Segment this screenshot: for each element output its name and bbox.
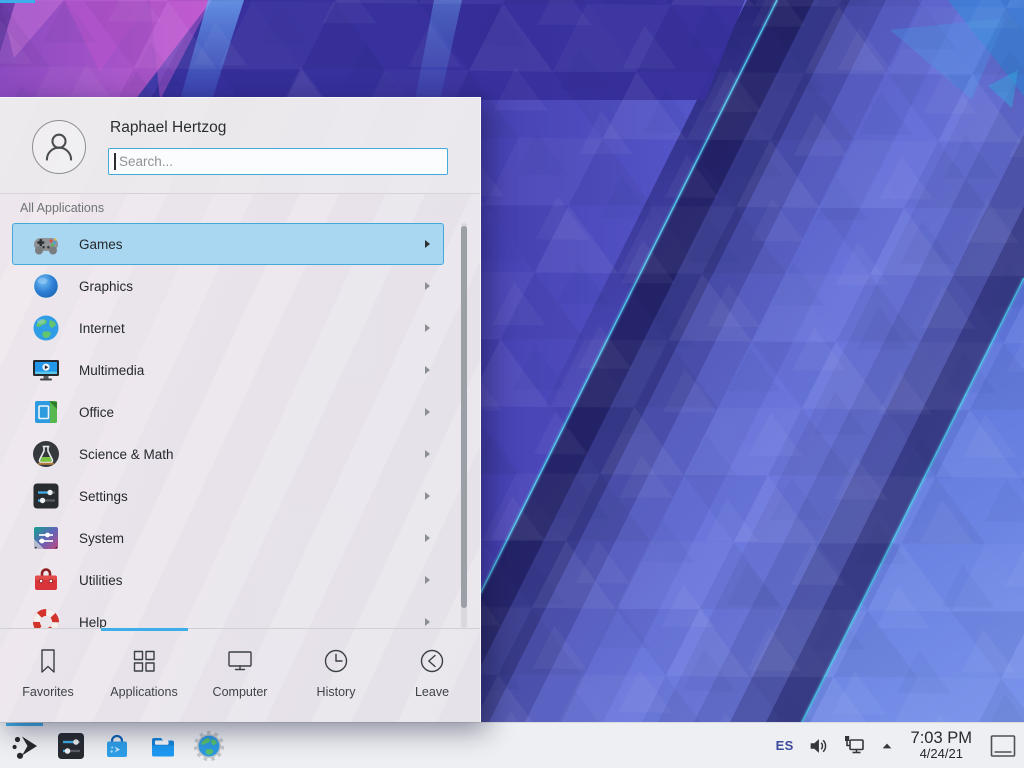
show-desktop-icon [988, 731, 1018, 761]
app-grid-icon [129, 646, 159, 676]
category-item-internet[interactable]: Internet [12, 307, 444, 349]
text-caret [114, 153, 116, 170]
kde-plasma-icon [9, 730, 41, 762]
active-task-indicator [0, 0, 35, 3]
show-desktop-button[interactable] [988, 731, 1018, 761]
category-label: Internet [79, 321, 125, 336]
volume-icon[interactable] [807, 735, 829, 757]
active-tab-indicator [101, 628, 188, 631]
category-label: Help [79, 615, 107, 629]
toolbox-icon [30, 564, 62, 596]
expand-tray-icon[interactable] [879, 738, 895, 754]
submenu-arrow-icon [425, 450, 430, 458]
tab-history[interactable]: History [288, 629, 384, 723]
tab-label: Leave [415, 685, 449, 699]
tab-label: Computer [213, 685, 268, 699]
tab-label: Applications [110, 685, 177, 699]
folder-icon [147, 730, 179, 762]
submenu-arrow-icon [425, 618, 430, 626]
submenu-arrow-icon [425, 366, 430, 374]
tab-label: History [317, 685, 356, 699]
system-tray: ES 7:03 PM 4/24/21 [776, 730, 1018, 762]
category-item-science-math[interactable]: Science & Math [12, 433, 444, 475]
kickoff-launcher-button[interactable] [8, 729, 41, 762]
section-label: All Applications [20, 201, 104, 215]
category-item-office[interactable]: Office [12, 391, 444, 433]
file-manager-button[interactable] [146, 729, 179, 762]
submenu-arrow-icon [425, 534, 430, 542]
scrollbar[interactable] [461, 223, 467, 628]
category-list: Games Graphics [12, 223, 444, 628]
submenu-arrow-icon [425, 240, 430, 248]
category-item-utilities[interactable]: Utilities [12, 559, 444, 601]
system-settings-button[interactable] [54, 729, 87, 762]
bookmark-icon [33, 646, 63, 676]
discover-bag-icon [101, 730, 133, 762]
launcher-tab-bar: Favorites Applications Computer [0, 628, 480, 723]
search-input[interactable] [108, 148, 448, 175]
submenu-arrow-icon [425, 492, 430, 500]
desktop: Raphael Hertzog All Applications [0, 0, 1024, 768]
web-browser-button[interactable] [192, 729, 225, 762]
tab-label: Favorites [22, 685, 73, 699]
globe-icon [30, 312, 62, 344]
user-name: Raphael Hertzog [110, 119, 226, 137]
category-item-games[interactable]: Games [12, 223, 444, 265]
settings-app-icon [55, 730, 87, 762]
category-item-settings[interactable]: Settings [12, 475, 444, 517]
submenu-arrow-icon [425, 408, 430, 416]
clock-time: 7:03 PM [911, 730, 972, 748]
category-label: Multimedia [79, 363, 144, 378]
submenu-arrow-icon [425, 282, 430, 290]
flask-icon [30, 438, 62, 470]
keyboard-layout-indicator[interactable]: ES [776, 738, 794, 753]
leave-icon [417, 646, 447, 676]
tab-computer[interactable]: Computer [192, 629, 288, 723]
history-clock-icon [321, 646, 351, 676]
active-task-indicator [6, 723, 43, 726]
category-label: Utilities [79, 573, 123, 588]
category-item-help[interactable]: Help [12, 601, 444, 628]
gamepad-icon [30, 228, 62, 260]
clock-date: 4/24/21 [920, 747, 963, 761]
sliders-icon [30, 480, 62, 512]
digital-clock[interactable]: 7:03 PM 4/24/21 [911, 730, 972, 762]
category-label: Office [79, 405, 114, 420]
category-item-system[interactable]: System [12, 517, 444, 559]
category-item-multimedia[interactable]: Multimedia [12, 349, 444, 391]
system-sliders-icon [30, 522, 62, 554]
category-item-graphics[interactable]: Graphics [12, 265, 444, 307]
person-icon [38, 126, 80, 168]
launcher-header: Raphael Hertzog [0, 98, 480, 194]
computer-icon [225, 646, 255, 676]
tab-leave[interactable]: Leave [384, 629, 480, 723]
tab-favorites[interactable]: Favorites [0, 629, 96, 723]
monitor-play-icon [30, 354, 62, 386]
network-icon[interactable] [842, 734, 866, 758]
submenu-arrow-icon [425, 324, 430, 332]
kickoff-launcher-popup: Raphael Hertzog All Applications [0, 97, 481, 722]
user-avatar[interactable] [32, 120, 86, 174]
category-label: Science & Math [79, 447, 174, 462]
sphere-icon [30, 270, 62, 302]
category-label: Games [79, 237, 123, 252]
category-label: System [79, 531, 124, 546]
lifebuoy-icon [30, 606, 62, 628]
taskbar-panel: ES 7:03 PM 4/24/21 [0, 722, 1024, 768]
submenu-arrow-icon [425, 576, 430, 584]
tab-applications[interactable]: Applications [96, 629, 192, 723]
scrollbar-thumb[interactable] [461, 226, 467, 608]
category-label: Graphics [79, 279, 133, 294]
category-label: Settings [79, 489, 128, 504]
document-icon [30, 396, 62, 428]
discover-button[interactable] [100, 729, 133, 762]
browser-globe-gear-icon [193, 730, 225, 762]
